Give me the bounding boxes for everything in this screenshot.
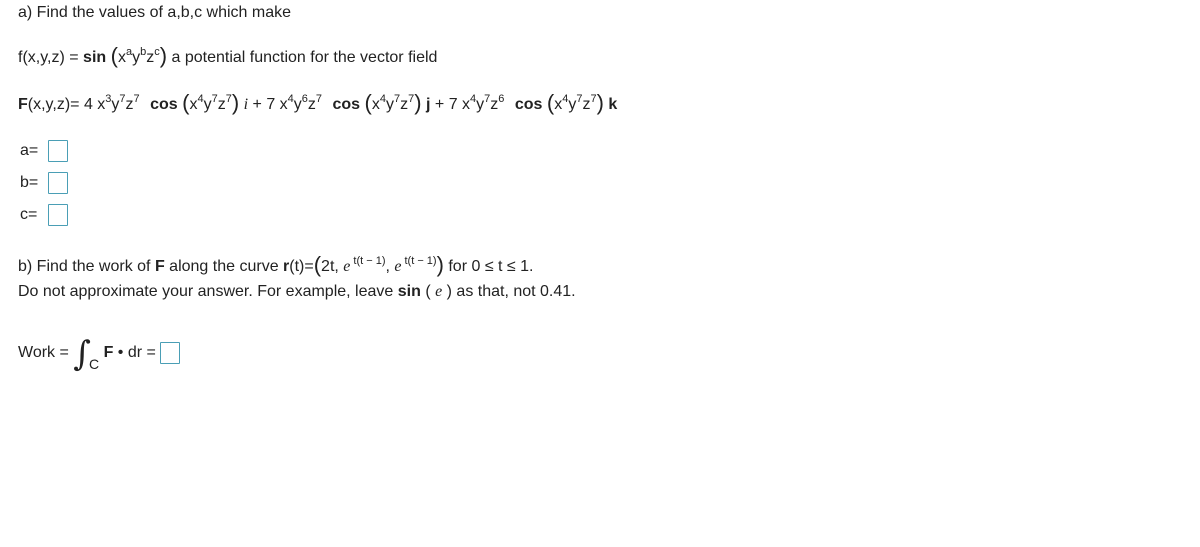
math-token: 7 (133, 93, 140, 105)
work-answer-input[interactable] (160, 342, 181, 364)
math-token: b) Find the work of (18, 258, 155, 275)
answer-row-a: a= (20, 140, 68, 162)
f-suffix: a potential function for the vector fiel… (171, 49, 438, 66)
math-token: along the curve (164, 258, 284, 275)
equals-sign: = (146, 344, 161, 362)
dot-operator: • (113, 344, 128, 362)
math-token: t(t − 1) (404, 255, 437, 267)
math-token: F (154, 258, 165, 275)
answer-input-a[interactable] (48, 140, 68, 162)
i-term: 4 x3y7z7 cos (x4y7z7) i + (83, 92, 267, 114)
integrand-F: F (103, 344, 114, 362)
math-token: + (248, 96, 267, 113)
math-token: x (371, 96, 380, 113)
math-token: ) (596, 90, 604, 115)
work-label: Work = (18, 344, 74, 362)
math-token: e (394, 258, 402, 275)
sin-function: sin (83, 49, 107, 66)
math-token: y (293, 96, 302, 113)
math-token: cos (150, 96, 178, 113)
math-token: y (476, 96, 485, 113)
math-token: 4 x (83, 96, 106, 113)
math-token: sin (397, 283, 421, 300)
k-term: 7 x4y7z6 cos (x4y7z7) k (448, 92, 618, 114)
vector-field-definition: F(x,y,z)= 4 x3y7z7 cos (x4y7z7) i + 7 x4… (18, 92, 618, 114)
potential-function-definition: f(x,y,z) = sin (xaybzc) a potential func… (18, 45, 438, 67)
math-token: ) (414, 90, 422, 115)
f-lhs: f(x,y,z) = (18, 49, 84, 66)
math-token: 2t, (321, 258, 344, 275)
close-paren: ) (159, 43, 168, 68)
math-token: 7 (315, 93, 323, 105)
math-token: ( (364, 90, 372, 115)
answer-input-b[interactable] (48, 172, 68, 194)
part-a-intro: a) Find the values of a,b,c which make (18, 4, 292, 21)
math-token: 7 x (448, 96, 471, 113)
answer-label-a: a= (20, 142, 39, 159)
math-token: ( (420, 283, 436, 300)
math-token: e (343, 258, 351, 275)
math-token: ) as that, not 0.41. (442, 283, 576, 300)
answer-row-b: b= (20, 172, 68, 194)
math-token: cos (514, 96, 543, 113)
math-token: Do not approximate your answer. For exam… (18, 283, 398, 300)
open-paren: ( (110, 43, 118, 68)
answer-row-c: c= (20, 204, 68, 226)
base-x: x (117, 49, 126, 66)
math-token: ) (231, 90, 240, 115)
part-b-line1: b) Find the work of F along the curve r(… (18, 254, 534, 276)
j-term: 7 x4y6z7 cos (x4y7z7) j + (266, 92, 449, 114)
math-token: 6 (498, 93, 505, 105)
work-integral: Work = ∫C F • dr = (18, 337, 181, 371)
math-token: y (203, 96, 212, 113)
math-token: z (307, 96, 316, 113)
math-token: + (430, 96, 449, 113)
answer-label-b: b= (20, 174, 39, 191)
math-token: z (400, 96, 409, 113)
math-token: z (125, 96, 134, 113)
math-token: ( (313, 252, 322, 277)
math-token: ) (436, 252, 444, 277)
math-token: y (385, 96, 394, 113)
base-y: y (132, 49, 141, 66)
math-token: for 0 ≤ t ≤ 1. (443, 258, 534, 275)
math-token: (t)= (289, 258, 314, 275)
base-z: z (146, 49, 155, 66)
math-token: z (217, 96, 226, 113)
math-token: 7 x (266, 96, 288, 113)
answer-label-c: c= (20, 206, 38, 223)
math-token: cos (332, 96, 361, 113)
math-token: t(t − 1) (353, 255, 386, 267)
F-lhs: (x,y,z)= (27, 96, 84, 113)
dr: dr (127, 344, 143, 362)
answer-input-c[interactable] (48, 204, 68, 226)
part-b-line2: Do not approximate your answer. For exam… (18, 283, 576, 301)
F-symbol: F (18, 96, 28, 113)
unit-k: k (608, 96, 618, 113)
integral-subscript: C (89, 356, 100, 373)
